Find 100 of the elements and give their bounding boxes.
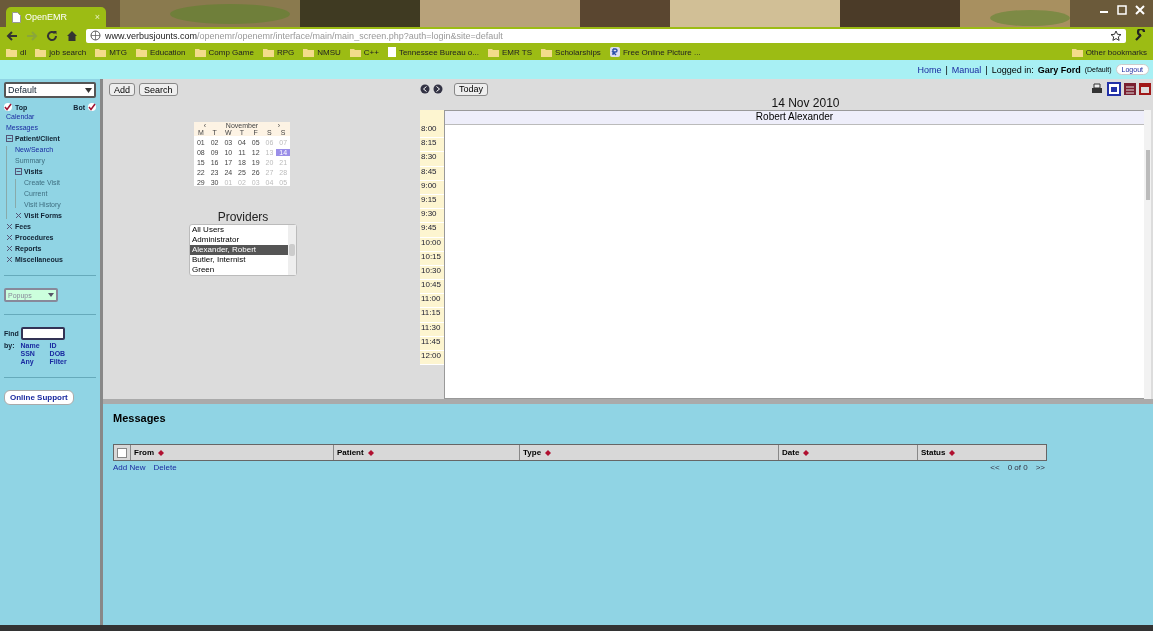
- column-header[interactable]: From: [130, 445, 333, 460]
- next-day-icon[interactable]: [433, 84, 443, 94]
- time-slot-label: 8:00: [420, 124, 444, 139]
- collapse-icon[interactable]: [15, 168, 22, 175]
- bookmark[interactable]: Free Online Picture ...: [609, 47, 701, 57]
- globe-icon: [90, 30, 101, 41]
- provider-option[interactable]: Administrator: [190, 235, 288, 245]
- time-slot-label: 11:15: [420, 308, 444, 323]
- toolbar-button[interactable]: Search: [139, 83, 178, 96]
- calendar-date: 14 Nov 2010: [770, 96, 841, 110]
- bookmark[interactable]: Education: [135, 47, 186, 57]
- expand-icon[interactable]: [6, 245, 13, 252]
- wrench-icon[interactable]: [1134, 29, 1147, 42]
- folder-icon: [35, 47, 47, 57]
- bookmark[interactable]: NMSU: [303, 47, 341, 57]
- bookmark[interactable]: Scholarships: [541, 47, 601, 57]
- bookmark[interactable]: EMR TS: [488, 47, 533, 57]
- logged-in-label: Logged in:: [991, 64, 1034, 75]
- time-slot-label: 9:30: [420, 209, 444, 224]
- other-bookmarks[interactable]: Other bookmarks: [1071, 47, 1147, 57]
- user-name: Gary Ford: [1037, 64, 1081, 75]
- star-icon[interactable]: [1110, 29, 1122, 42]
- folder-icon: [135, 47, 147, 57]
- bot-checkbox[interactable]: [88, 103, 96, 111]
- address-field[interactable]: www.verbusjounts.com/openemr/openemr/interface/main/main_screen.php?auth=login&site=default: [86, 28, 1126, 43]
- month-view-icon[interactable]: [1139, 83, 1151, 95]
- providers-title: Providers: [216, 210, 270, 224]
- expand-icon[interactable]: [15, 212, 22, 219]
- folder-icon: [95, 47, 107, 57]
- sort-icon[interactable]: [545, 449, 552, 456]
- home-icon[interactable]: [66, 29, 78, 42]
- page-icon: [12, 11, 21, 23]
- folder-icon: [6, 47, 17, 57]
- time-slot-label: 11:00: [420, 294, 444, 309]
- expand-icon[interactable]: [6, 234, 13, 241]
- today-button[interactable]: Today: [454, 82, 489, 96]
- reload-icon[interactable]: [46, 29, 58, 42]
- message-action-link[interactable]: Delete: [153, 463, 177, 472]
- toolbar-button[interactable]: Add: [109, 83, 135, 96]
- bookmark[interactable]: dl: [6, 47, 27, 57]
- online-support-button[interactable]: Online Support: [4, 390, 74, 405]
- column-header[interactable]: Patient: [333, 445, 519, 460]
- header-corner: [420, 110, 444, 124]
- column-header[interactable]: Date: [778, 445, 917, 460]
- previous-day-icon[interactable]: [420, 84, 430, 94]
- folder-icon: [303, 47, 315, 57]
- providers-list[interactable]: All Users Administrator Alexander, Robert Butler, Internist Green: [189, 224, 297, 276]
- column-header[interactable]: Status: [917, 445, 1046, 460]
- site-icon: [609, 47, 620, 57]
- folder-icon: [194, 47, 206, 57]
- bookmark[interactable]: Comp Game: [194, 47, 254, 57]
- bookmark[interactable]: job search: [35, 47, 87, 57]
- dropdown-arrow-icon: [85, 87, 92, 93]
- expand-icon[interactable]: [6, 256, 13, 263]
- time-slot-label: 9:45: [420, 223, 444, 238]
- header-link[interactable]: Manual: [951, 64, 982, 75]
- maximize-icon[interactable]: [1115, 4, 1129, 16]
- sort-icon[interactable]: [158, 449, 164, 456]
- time-slot-label: 10:45: [420, 280, 444, 295]
- layout-select[interactable]: Default: [4, 82, 96, 98]
- provider-option[interactable]: Alexander, Robert: [190, 245, 288, 255]
- printer-icon[interactable]: [1090, 83, 1104, 95]
- time-slot-label: 8:15: [420, 138, 444, 153]
- separator: |: [985, 64, 988, 75]
- sort-icon[interactable]: [367, 449, 374, 456]
- messages-title: Messages: [113, 412, 167, 424]
- previous-page-link[interactable]: <<: [990, 463, 1000, 472]
- bookmark[interactable]: Tennessee Bureau o...: [387, 47, 479, 57]
- select-all-checkbox[interactable]: [117, 448, 127, 458]
- day-view-icon[interactable]: [1107, 82, 1121, 96]
- bookmark[interactable]: MTG: [95, 47, 127, 57]
- provider-option[interactable]: All Users: [190, 225, 288, 235]
- sort-icon[interactable]: [803, 449, 810, 456]
- provider-option[interactable]: Green: [190, 265, 288, 275]
- close-icon[interactable]: [1133, 4, 1147, 16]
- time-slot-label: 12:00: [420, 351, 444, 366]
- folder-icon: [488, 47, 499, 57]
- back-icon[interactable]: [6, 29, 18, 42]
- header-link[interactable]: Home: [917, 64, 942, 75]
- scrollbar[interactable]: [1144, 110, 1151, 399]
- folder-icon: [349, 47, 361, 57]
- scrollbar[interactable]: [288, 225, 296, 275]
- week-view-icon[interactable]: [1124, 83, 1136, 95]
- next-page-link[interactable]: >>: [1035, 463, 1045, 472]
- column-header[interactable]: Type: [519, 445, 778, 460]
- collapse-icon[interactable]: [6, 135, 13, 142]
- bookmark[interactable]: RPG: [262, 47, 295, 57]
- message-action-link[interactable]: Add New: [113, 463, 146, 472]
- page-icon: [387, 47, 396, 57]
- find-field[interactable]: [20, 327, 65, 340]
- folder-icon: [1071, 47, 1083, 57]
- expand-icon[interactable]: [6, 223, 13, 230]
- top-checkbox[interactable]: [4, 103, 12, 111]
- bookmark[interactable]: C++: [349, 47, 379, 57]
- provider-option[interactable]: Butler, Internist: [190, 255, 288, 265]
- sort-icon[interactable]: [949, 449, 956, 456]
- separator: |: [945, 64, 948, 75]
- folder-icon: [541, 47, 553, 57]
- provider-column-header: Robert Alexander: [445, 111, 1144, 125]
- folder-icon: [262, 47, 274, 57]
